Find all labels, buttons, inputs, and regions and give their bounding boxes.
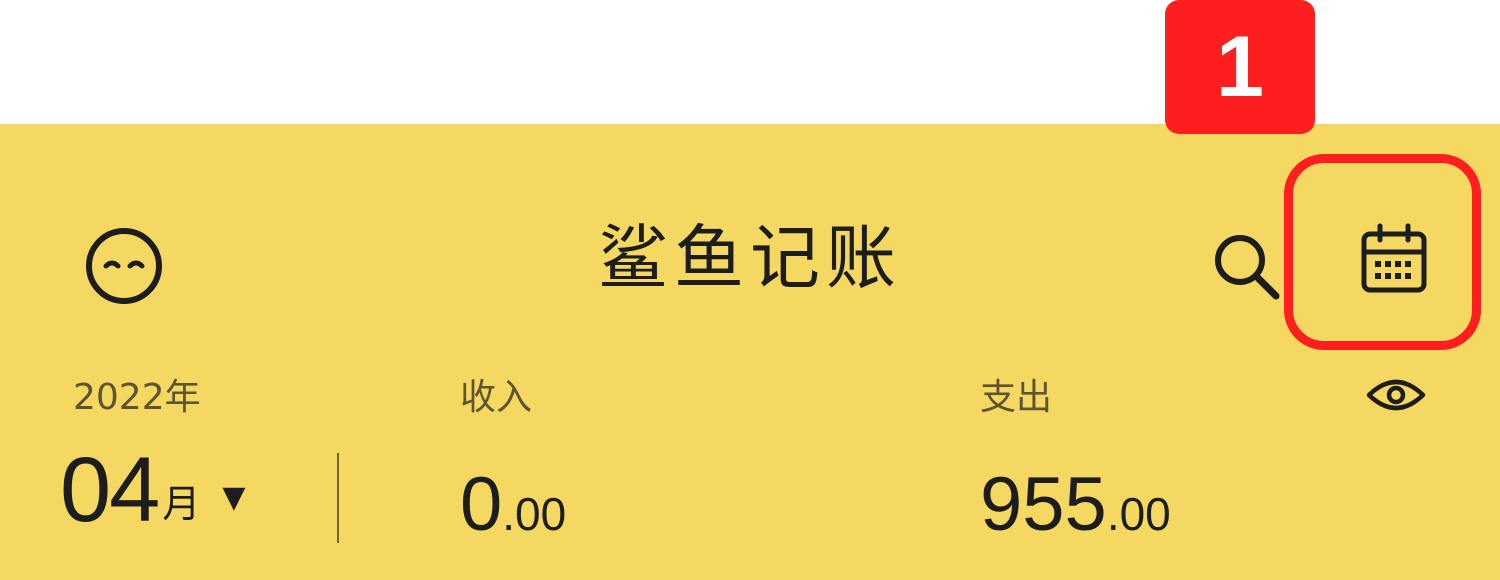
screen: 1 鲨鱼记账 2022年 04 月 ▼ 收入 0 .00 支出 955 .00 — [0, 0, 1500, 580]
calendar-highlight-box — [1284, 154, 1481, 350]
income-decimal: .00 — [502, 488, 567, 540]
month-selector[interactable]: 04 月 ▼ — [60, 440, 245, 540]
eye-icon — [1366, 379, 1426, 411]
profile-face-icon — [86, 228, 162, 304]
expense-label: 支出 — [980, 377, 1053, 418]
income-amount: 0 .00 — [460, 460, 566, 550]
summary-divider — [337, 453, 339, 543]
expense-integer: 955 — [980, 462, 1107, 547]
step-number-badge: 1 — [1165, 0, 1315, 134]
search-icon — [1215, 235, 1280, 300]
caret-down-icon: ▼ — [222, 480, 246, 515]
visibility-toggle-button[interactable] — [1360, 363, 1432, 427]
year-label: 2022年 — [73, 377, 201, 418]
month-unit: 月 — [162, 482, 201, 526]
search-button[interactable] — [1200, 220, 1292, 312]
app-title: 鲨鱼记账 — [598, 217, 902, 299]
month-number: 04 — [60, 439, 160, 541]
profile-button[interactable] — [78, 220, 170, 312]
income-label: 收入 — [460, 377, 533, 418]
income-integer: 0 — [460, 462, 503, 547]
expense-decimal: .00 — [1106, 488, 1171, 540]
expense-amount: 955 .00 — [980, 460, 1171, 550]
